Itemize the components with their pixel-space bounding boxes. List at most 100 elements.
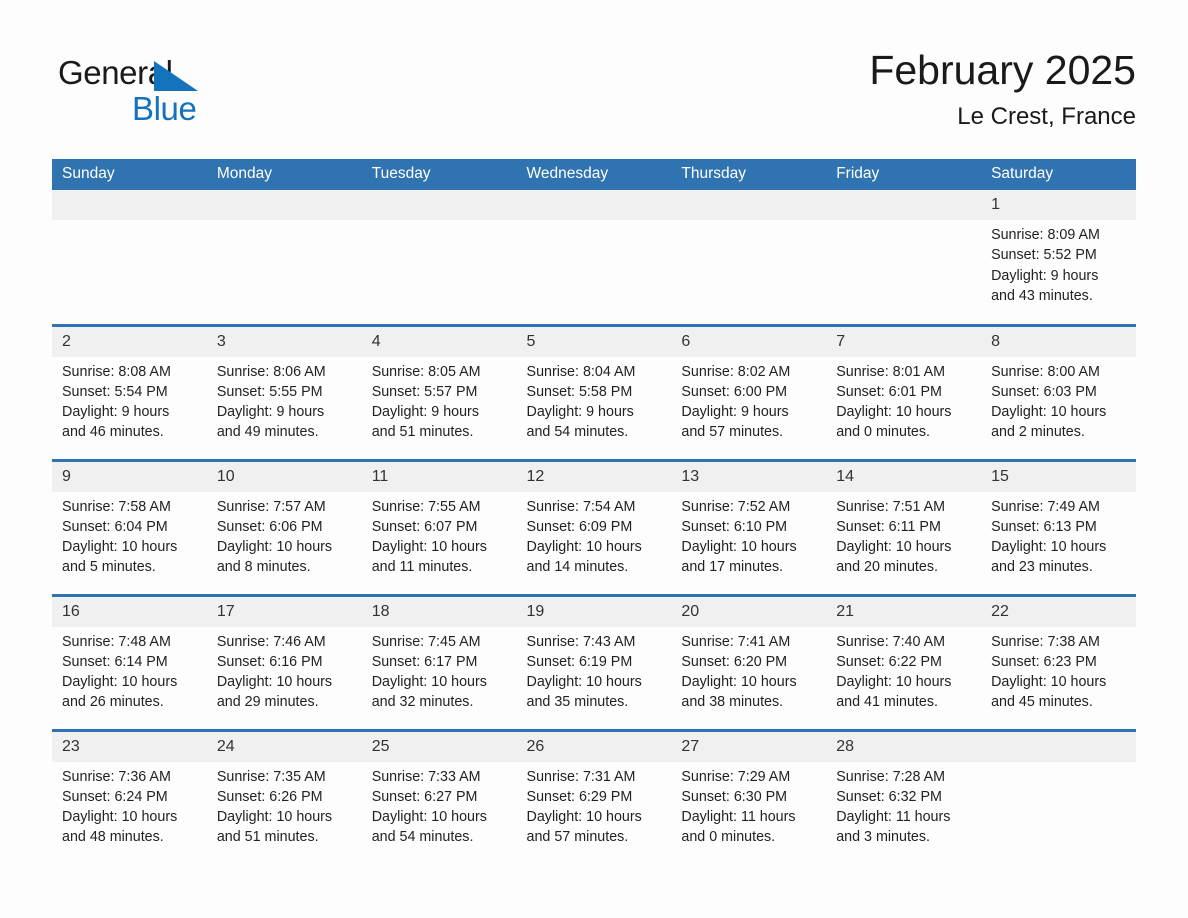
general-blue-logo[interactable]: General Blue [58,54,208,134]
calendar-day-cell[interactable]: 9 Sunrise: 7:58 AM Sunset: 6:04 PM Daylight… [52,458,207,595]
daylight-text-line1: Daylight: 11 hours [836,809,951,826]
calendar-day-cell[interactable]: 17 Sunrise: 7:46 AM Sunset: 6:16 PM Dayligh… [206,593,362,730]
calendar-day-cell[interactable]: 11 Sunrise: 7:55 AM Sunset: 6:07 PM Dayligh… [361,458,517,595]
calendar-table: Sunday Monday Tuesday Wednesday Thursday… [52,159,1136,865]
sunset-text: Sunset: 6:10 PM [681,518,788,535]
calendar-day-cell-empty [52,190,207,325]
sunrise-text: Sunrise: 8:06 AM [216,363,326,380]
daylight-text-line2: and 43 minutes. [991,287,1093,304]
daylight-text-line2: and 57 minutes. [526,829,629,846]
calendar-day-cell[interactable]: 2 Sunrise: 8:08 AM Sunset: 5:54 PM Daylight… [52,323,207,460]
day-details: Sunrise: 7:54 AM Sunset: 6:09 PM Daylight:… [517,492,672,578]
day-number: 22 [981,596,1136,627]
day-number: 5 [516,326,672,357]
weekday-header-wednesday: Wednesday [516,159,672,190]
sunset-text: Sunset: 6:30 PM [681,788,788,805]
sunset-text: Sunset: 6:22 PM [836,653,942,670]
daylight-text-line2: and 29 minutes. [216,694,319,711]
sunrise-text: Sunrise: 7:49 AM [991,498,1100,515]
calendar-day-cell-empty [516,190,672,325]
sunrise-text: Sunrise: 7:45 AM [371,633,481,650]
sunset-text: Sunset: 6:17 PM [371,653,478,670]
sunrise-text: Sunrise: 8:05 AM [371,363,481,380]
sunrise-text: Sunrise: 7:41 AM [681,633,791,650]
sunset-text: Sunset: 6:03 PM [991,383,1097,400]
daylight-text-line1: Daylight: 11 hours [681,809,796,826]
day-number [981,731,1136,762]
day-details: Sunrise: 7:29 AM Sunset: 6:30 PM Daylight:… [671,762,826,848]
calendar-header-row: Sunday Monday Tuesday Wednesday Thursday… [52,159,1136,190]
day-number: 7 [826,326,982,357]
day-details: Sunrise: 7:52 AM Sunset: 6:10 PM Daylight:… [671,492,826,578]
daylight-text-line1: Daylight: 9 hours [216,404,325,421]
calendar-day-cell-empty [361,190,517,325]
daylight-text-line2: and 38 minutes. [681,694,784,711]
daylight-text-line2: and 3 minutes. [836,829,931,846]
sunrise-text: Sunrise: 7:58 AM [62,498,171,515]
calendar-day-cell[interactable]: 22 Sunrise: 7:38 AM Sunset: 6:23 PM Dayligh… [981,593,1136,730]
calendar-day-cell[interactable]: 24 Sunrise: 7:35 AM Sunset: 6:26 PM Dayligh… [206,728,362,865]
sunset-text: Sunset: 6:26 PM [216,788,323,805]
day-details: Sunrise: 7:40 AM Sunset: 6:22 PM Daylight:… [826,627,981,713]
sunset-text: Sunset: 6:01 PM [836,383,942,400]
daylight-text-line1: Daylight: 10 hours [836,404,952,421]
sunrise-text: Sunrise: 7:51 AM [836,498,946,515]
sunset-text: Sunset: 6:16 PM [216,653,323,670]
calendar-day-cell[interactable]: 25 Sunrise: 7:33 AM Sunset: 6:27 PM Dayligh… [361,728,517,865]
daylight-text-line2: and 54 minutes. [526,424,629,441]
day-number: 15 [981,461,1136,492]
calendar-day-cell[interactable]: 5 Sunrise: 8:04 AM Sunset: 5:58 PM Daylight… [516,323,672,460]
daylight-text-line1: Daylight: 10 hours [991,404,1107,421]
daylight-text-line1: Daylight: 10 hours [62,809,178,826]
calendar-day-cell[interactable]: 28 Sunrise: 7:28 AM Sunset: 6:32 PM Dayligh… [826,728,982,865]
day-details: Sunrise: 8:05 AM Sunset: 5:57 PM Daylight:… [362,357,517,443]
calendar-day-cell[interactable]: 21 Sunrise: 7:40 AM Sunset: 6:22 PM Dayligh… [826,593,982,730]
day-number: 8 [981,326,1136,357]
daylight-text-line2: and 41 minutes. [836,694,938,711]
calendar-day-cell[interactable]: 14 Sunrise: 7:51 AM Sunset: 6:11 PM Dayligh… [826,458,982,595]
calendar-day-cell[interactable]: 20 Sunrise: 7:41 AM Sunset: 6:20 PM Dayligh… [671,593,827,730]
sunset-text: Sunset: 6:00 PM [681,383,788,400]
calendar-day-cell[interactable]: 6 Sunrise: 8:02 AM Sunset: 6:00 PM Daylight… [671,323,827,460]
calendar-week-row: 16 Sunrise: 7:48 AM Sunset: 6:14 PM Dayligh… [52,593,1136,730]
daylight-text-line2: and 0 minutes. [836,424,931,441]
calendar-day-cell[interactable]: 1 Sunrise: 8:09 AM Sunset: 5:52 PM Daylight… [981,190,1136,325]
calendar-day-cell[interactable]: 4 Sunrise: 8:05 AM Sunset: 5:57 PM Daylight… [361,323,517,460]
title-block: February 2025 Le Crest, France [869,44,1136,134]
calendar-day-cell[interactable]: 12 Sunrise: 7:54 AM Sunset: 6:09 PM Dayligh… [516,458,672,595]
daylight-text-line2: and 26 minutes. [62,694,164,711]
sunrise-text: Sunrise: 7:48 AM [62,633,171,650]
day-details: Sunrise: 7:58 AM Sunset: 6:04 PM Daylight:… [52,492,207,578]
calendar-day-cell[interactable]: 18 Sunrise: 7:45 AM Sunset: 6:17 PM Dayligh… [361,593,517,730]
calendar-day-cell[interactable]: 8 Sunrise: 8:00 AM Sunset: 6:03 PM Daylight… [981,323,1136,460]
page-title: February 2025 [869,47,1136,93]
calendar-day-cell[interactable]: 7 Sunrise: 8:01 AM Sunset: 6:01 PM Daylight… [826,323,982,460]
sunrise-text: Sunrise: 7:40 AM [836,633,946,650]
calendar-day-cell[interactable]: 10 Sunrise: 7:57 AM Sunset: 6:06 PM Dayligh… [206,458,362,595]
calendar-day-cell[interactable]: 26 Sunrise: 7:31 AM Sunset: 6:29 PM Dayligh… [516,728,672,865]
calendar-day-cell[interactable]: 15 Sunrise: 7:49 AM Sunset: 6:13 PM Dayligh… [981,458,1136,595]
calendar-day-cell[interactable]: 19 Sunrise: 7:43 AM Sunset: 6:19 PM Dayligh… [516,593,672,730]
day-number: 14 [826,461,982,492]
day-details: Sunrise: 7:28 AM Sunset: 6:32 PM Daylight:… [826,762,981,848]
calendar-day-cell[interactable]: 23 Sunrise: 7:36 AM Sunset: 6:24 PM Dayligh… [52,728,207,865]
calendar-day-cell[interactable]: 3 Sunrise: 8:06 AM Sunset: 5:55 PM Daylight… [206,323,362,460]
calendar-day-cell[interactable]: 13 Sunrise: 7:52 AM Sunset: 6:10 PM Dayligh… [671,458,827,595]
day-number: 26 [516,731,672,762]
daylight-text-line1: Daylight: 10 hours [991,539,1107,556]
sunset-text: Sunset: 6:27 PM [371,788,478,805]
calendar-day-cell[interactable]: 27 Sunrise: 7:29 AM Sunset: 6:30 PM Dayligh… [671,728,827,865]
daylight-text-line2: and 45 minutes. [991,694,1093,711]
calendar-day-cell-empty [671,190,827,325]
day-details: Sunrise: 8:06 AM Sunset: 5:55 PM Daylight:… [207,357,362,443]
calendar-day-cell[interactable]: 16 Sunrise: 7:48 AM Sunset: 6:14 PM Dayligh… [52,593,207,730]
day-details: Sunrise: 8:02 AM Sunset: 6:00 PM Daylight:… [671,357,826,443]
sunset-text: Sunset: 6:20 PM [681,653,788,670]
day-details: Sunrise: 8:09 AM Sunset: 5:52 PM Daylight:… [981,220,1136,306]
weekday-header-sunday: Sunday [52,159,207,190]
daylight-text-line2: and 54 minutes. [371,829,474,846]
calendar-week-row: 2 Sunrise: 8:08 AM Sunset: 5:54 PM Daylight… [52,323,1136,460]
day-details: Sunrise: 7:41 AM Sunset: 6:20 PM Daylight:… [671,627,826,713]
calendar-day-cell-empty [826,190,982,325]
sunset-text: Sunset: 6:14 PM [62,653,168,670]
